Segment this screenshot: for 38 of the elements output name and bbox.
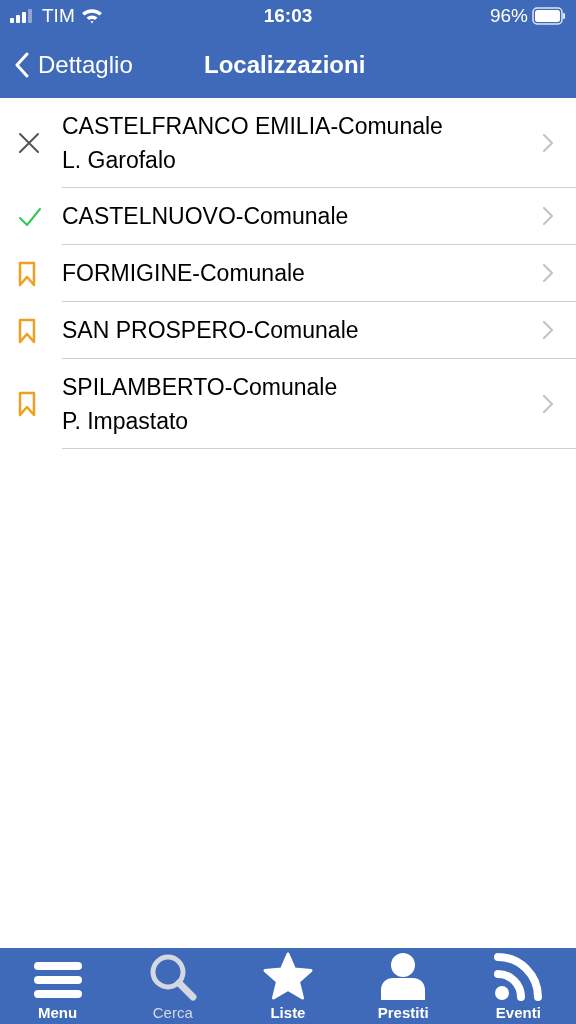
bookmark-icon (18, 317, 36, 344)
feed-icon (493, 952, 544, 1002)
location-name: SPILAMBERTO-Comunale (62, 372, 339, 402)
location-name: CASTELFRANCO EMILIA-Comunale (62, 111, 444, 141)
tab-button[interactable]: Liste (237, 952, 338, 1022)
chevron-icon (542, 320, 554, 340)
bookmark-icon (18, 260, 36, 287)
star-icon (261, 952, 314, 1002)
check-icon (18, 206, 42, 227)
tab-button[interactable]: Menu (7, 958, 108, 1022)
person-icon (379, 952, 428, 1002)
back-chevron-icon (14, 52, 30, 78)
chevron-icon (542, 263, 554, 283)
location-subtitle: P. Impastato (62, 406, 190, 436)
location-row[interactable]: CASTELFRANCO EMILIA-Comunale L. Garofalo (0, 98, 576, 188)
location-name: FORMIGINE-Comunale (62, 259, 306, 288)
bookmark-icon (18, 391, 36, 417)
wifi-icon (80, 8, 103, 24)
screen-title: Localizzazioni (204, 50, 366, 80)
location-row[interactable]: SAN PROSPERO-Comunale (0, 302, 576, 359)
location-subtitle: L. Garofalo (62, 145, 177, 175)
location-row[interactable]: CASTELNUOVO-Comunale (0, 188, 576, 245)
chevron-icon (542, 132, 554, 153)
status-time: 16:03 (263, 3, 313, 28)
tab-button[interactable]: Eventi (468, 952, 569, 1022)
chevron-icon (542, 206, 554, 226)
location-name: SAN PROSPERO-Comunale (62, 316, 360, 345)
battery-icon (532, 7, 566, 25)
chevron-icon (542, 393, 554, 414)
location-name: CASTELNUOVO-Comunale (62, 202, 350, 231)
tab-button[interactable]: Prestiti (353, 952, 454, 1022)
back-button[interactable]: Dettaglio (0, 47, 133, 83)
battery-percent: 96% (489, 3, 528, 28)
cross-icon (18, 132, 40, 154)
location-row[interactable]: FORMIGINE-Comunale (0, 245, 576, 302)
location-row[interactable]: SPILAMBERTO-Comunale P. Impastato (0, 359, 576, 449)
tab-button[interactable]: Cerca (122, 952, 223, 1022)
carrier-name: TIM (42, 3, 75, 28)
